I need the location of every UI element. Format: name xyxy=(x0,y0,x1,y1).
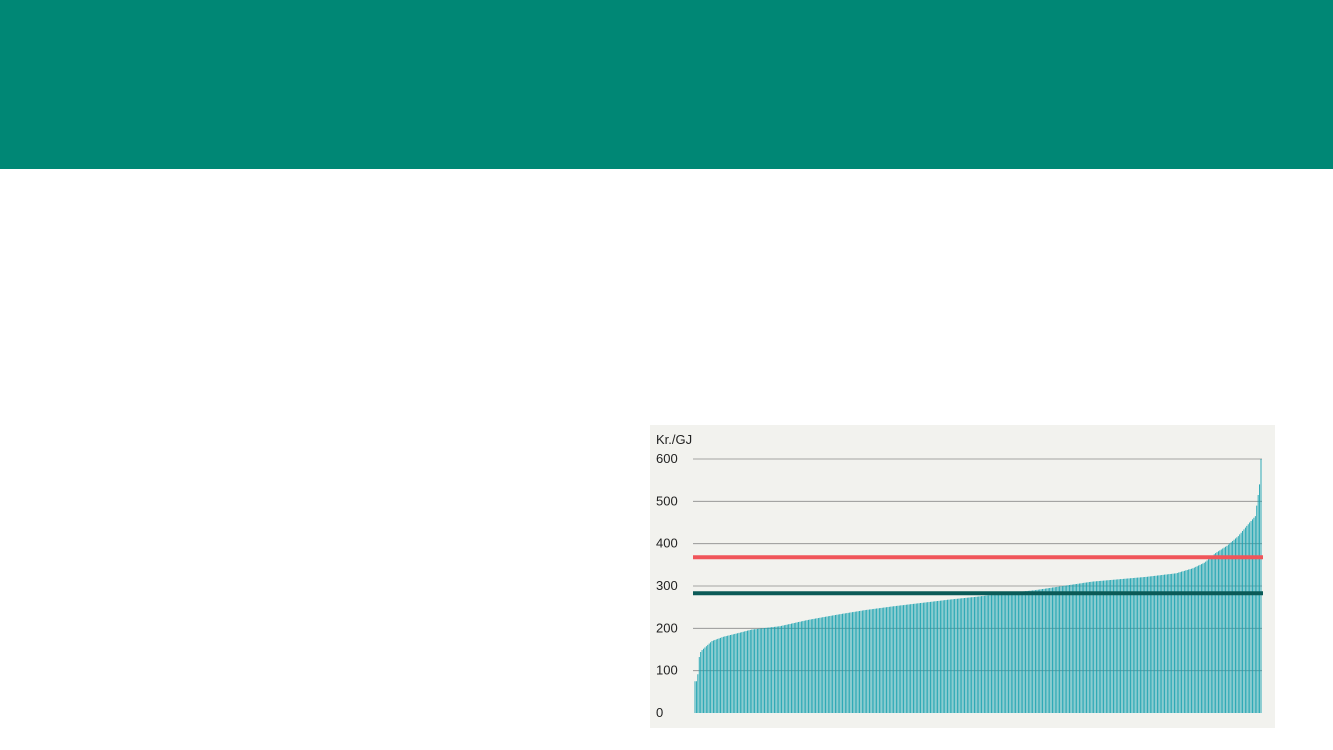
y-tick-label: 400 xyxy=(656,536,678,551)
y-axis-unit-label: Kr./GJ xyxy=(656,432,692,447)
y-tick-label: 300 xyxy=(656,578,678,593)
y-tick-label: 200 xyxy=(656,620,678,635)
y-tick-label: 600 xyxy=(656,451,678,466)
y-tick-label: 0 xyxy=(656,705,663,720)
chart-panel: 0 100 200 300 400 500 600 Kr./GJ xyxy=(650,425,1275,728)
y-tick-label: 500 xyxy=(656,493,678,508)
y-tick-label: 100 xyxy=(656,663,678,678)
header-band xyxy=(0,0,1333,169)
y-tick-labels: 0 100 200 300 400 500 600 xyxy=(656,451,678,720)
cost-bar-chart: 0 100 200 300 400 500 600 Kr./GJ xyxy=(656,432,1263,720)
